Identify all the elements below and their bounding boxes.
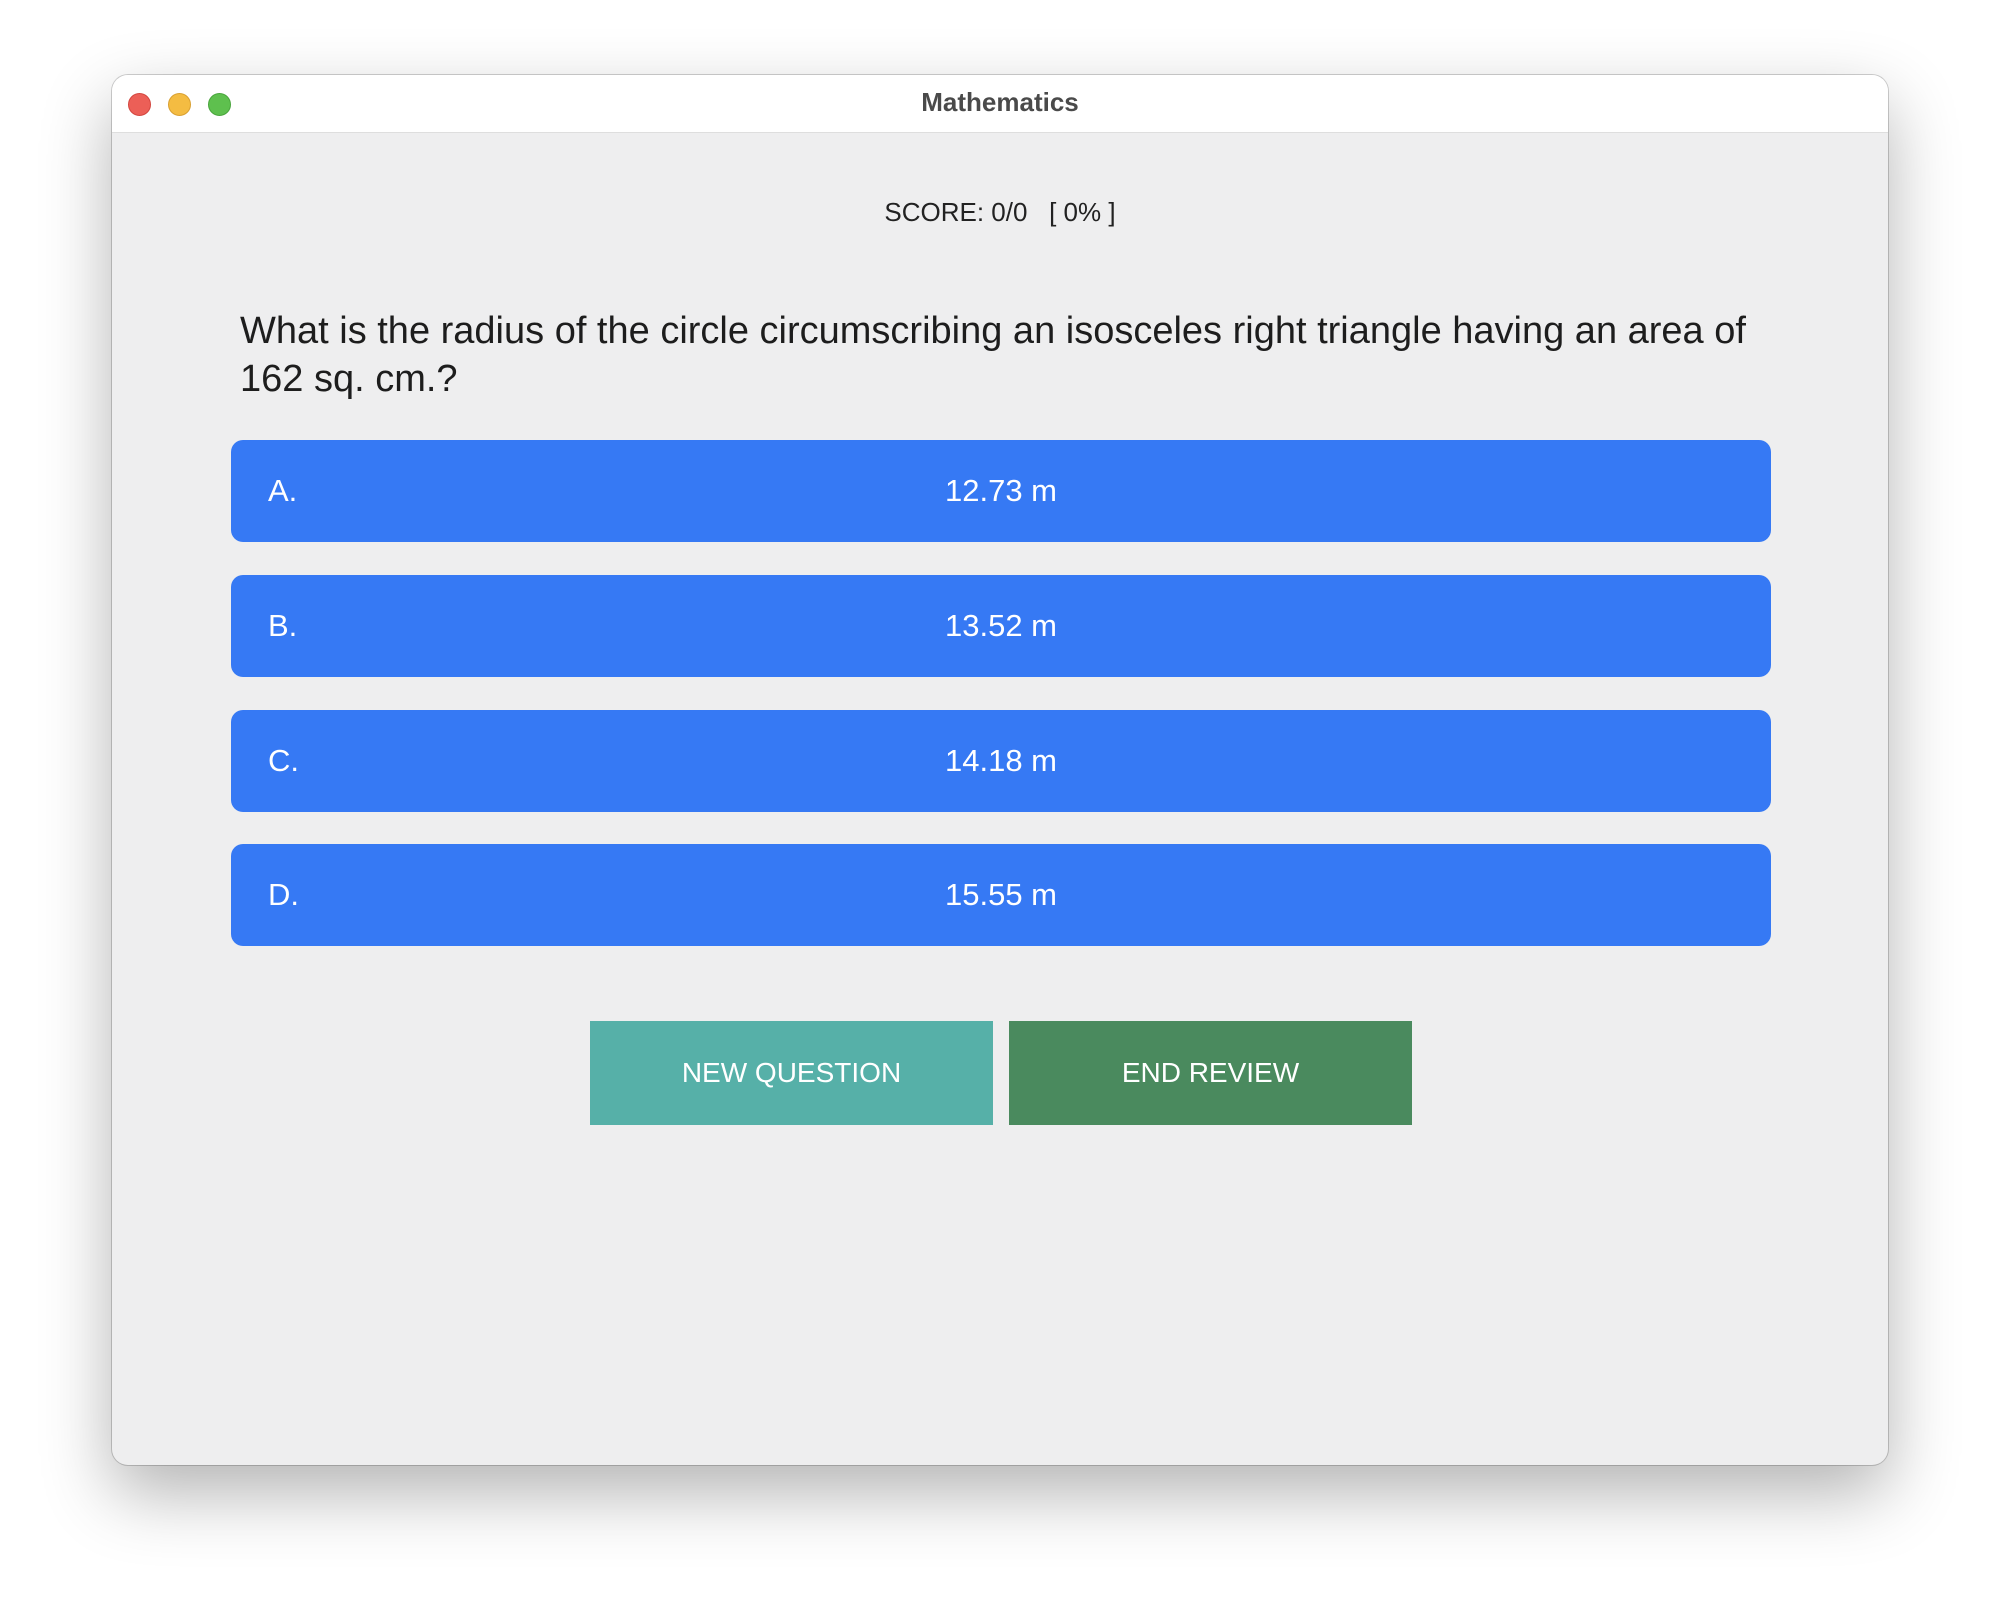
end-review-button[interactable]: END REVIEW xyxy=(1009,1021,1412,1125)
app-window: Mathematics SCORE: 0/0 [ 0% ] What is th… xyxy=(112,75,1888,1465)
new-question-button[interactable]: NEW QUESTION xyxy=(590,1021,993,1125)
choice-answer: 13.52 m xyxy=(944,608,1057,643)
score-display: SCORE: 0/0 [ 0% ] xyxy=(884,197,1116,227)
choice-d-button[interactable]: D. 15.55 m xyxy=(231,844,1771,946)
choice-answer: 14.18 m xyxy=(944,743,1057,778)
choice-c-button[interactable]: C. 14.18 m xyxy=(231,710,1771,812)
title-bar: Mathematics xyxy=(112,75,1888,133)
window-title: Mathematics xyxy=(921,87,1079,117)
choice-answer: 12.73 m xyxy=(944,473,1057,508)
choice-answer: 15.55 m xyxy=(944,877,1057,912)
choice-a-button[interactable]: A. 12.73 m xyxy=(231,440,1771,542)
choice-b-button[interactable]: B. 13.52 m xyxy=(231,575,1771,677)
question-text: What is the radius of the circle circums… xyxy=(240,310,1746,400)
